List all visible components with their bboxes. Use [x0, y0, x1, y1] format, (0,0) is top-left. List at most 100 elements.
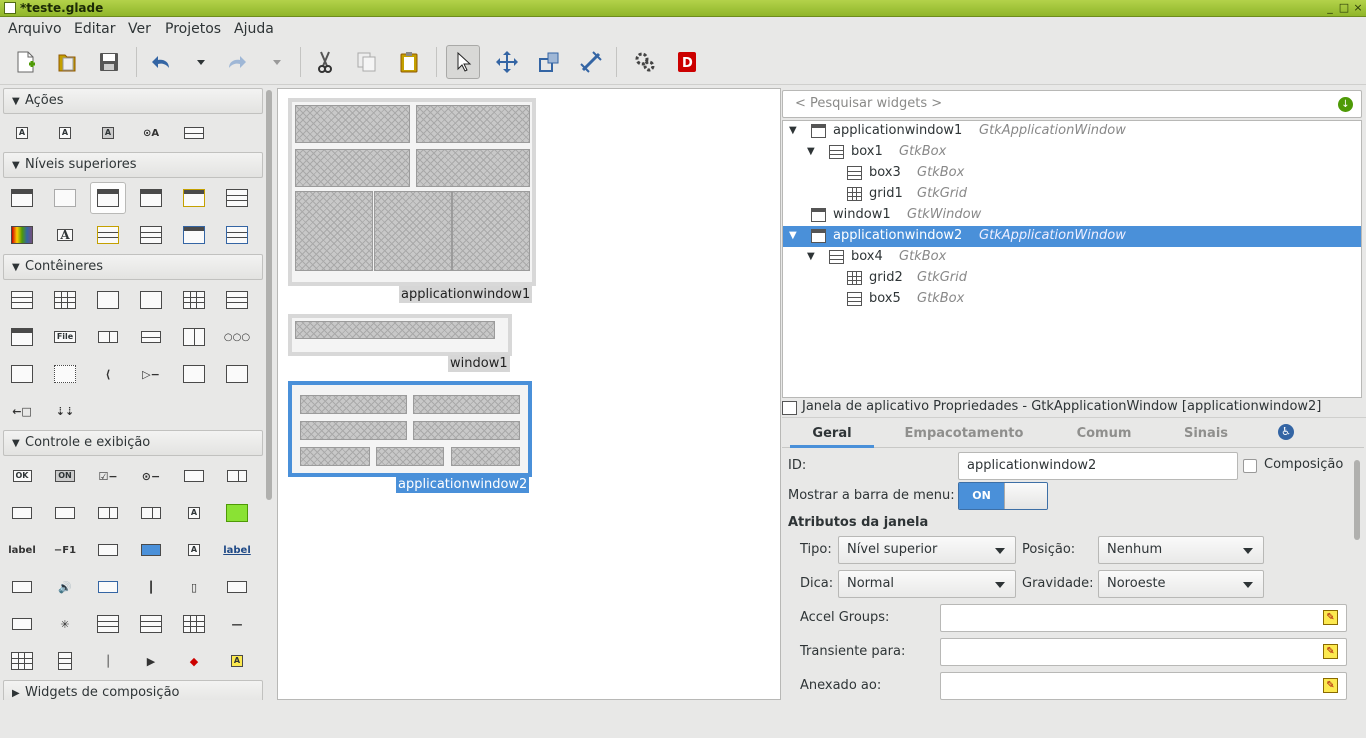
- position-combo[interactable]: Nenhum: [1098, 536, 1264, 564]
- cut-icon[interactable]: [308, 45, 342, 79]
- accel-groups-input[interactable]: ✎: [940, 604, 1347, 632]
- hint-combo[interactable]: Normal: [838, 570, 1016, 598]
- tab-comum[interactable]: Comum: [1064, 422, 1144, 448]
- open-file-icon[interactable]: [50, 45, 84, 79]
- palette-paned-icon[interactable]: [176, 321, 212, 353]
- undo-menu-icon[interactable]: [184, 45, 218, 79]
- palette-ruler-icon[interactable]: [47, 645, 83, 677]
- palette-entry-icon[interactable]: [4, 497, 40, 529]
- palette-dialog-icon[interactable]: [133, 182, 169, 214]
- palette-check-button-icon[interactable]: ☑−: [90, 460, 126, 492]
- edit-icon[interactable]: ✎: [1323, 644, 1338, 659]
- preferences-icon[interactable]: [628, 45, 662, 79]
- accessibility-icon[interactable]: ♿: [1278, 424, 1294, 440]
- expander-down-icon[interactable]: ▼: [789, 230, 797, 241]
- composite-checkbox[interactable]: [1243, 459, 1257, 473]
- category-conteineres[interactable]: ▼ Contêineres: [3, 254, 263, 280]
- palette-scale-button-icon[interactable]: [4, 571, 40, 603]
- menu-projetos[interactable]: Projetos: [165, 20, 221, 38]
- palette-message-dialog-icon[interactable]: [176, 182, 212, 214]
- palette-assistant-icon[interactable]: [219, 219, 255, 251]
- category-niveis-superiores[interactable]: ▼ Níveis superiores: [3, 152, 263, 178]
- palette-header-bar-icon[interactable]: [133, 321, 169, 353]
- palette-search-entry-icon[interactable]: [47, 497, 83, 529]
- palette-accel-label-icon[interactable]: −F1: [47, 534, 83, 566]
- palette-spinner-icon[interactable]: ✳: [47, 608, 83, 640]
- tree-row[interactable]: window1 GtkWindow: [783, 205, 1361, 226]
- palette-recent-chooser-icon[interactable]: [133, 219, 169, 251]
- pointer-icon[interactable]: [446, 45, 480, 79]
- palette-radio-action-icon[interactable]: A: [90, 117, 126, 149]
- palette-scrollbar[interactable]: [266, 90, 272, 500]
- palette-button-box-icon[interactable]: [90, 321, 126, 353]
- palette-volume-button-icon[interactable]: 🔊: [47, 571, 83, 603]
- palette-tree-view-icon[interactable]: [133, 608, 169, 640]
- palette-arrow-icon[interactable]: ▶: [133, 645, 169, 677]
- new-file-icon[interactable]: [8, 45, 42, 79]
- tab-geral[interactable]: Geral: [790, 422, 874, 448]
- close-icon[interactable]: ×: [1352, 2, 1364, 14]
- tree-row[interactable]: box3 GtkBox: [783, 163, 1361, 184]
- palette-switch-icon[interactable]: [219, 460, 255, 492]
- design-canvas[interactable]: applicationwindow1 window1 applicationwi…: [277, 88, 781, 700]
- drag-resize-icon[interactable]: [490, 45, 524, 79]
- palette-action-group-icon[interactable]: [176, 117, 212, 149]
- palette-toggle-action-icon[interactable]: A: [47, 117, 83, 149]
- palette-separator-icon[interactable]: —: [219, 608, 255, 640]
- palette-expander-icon[interactable]: ▷−: [133, 358, 169, 390]
- palette-radio-button-icon[interactable]: ⊙−: [133, 460, 169, 492]
- palette-toolbar-icon[interactable]: [4, 321, 40, 353]
- palette-link-label-icon[interactable]: label: [219, 534, 255, 566]
- palette-recent-action-icon[interactable]: ⊙A: [133, 117, 169, 149]
- palette-grid-icon[interactable]: [47, 284, 83, 316]
- copy-icon[interactable]: [350, 45, 384, 79]
- menu-editar[interactable]: Editar: [74, 20, 115, 38]
- menu-ajuda[interactable]: Ajuda: [234, 20, 274, 38]
- palette-combo-box-icon[interactable]: [133, 497, 169, 529]
- id-input[interactable]: applicationwindow2: [958, 452, 1238, 480]
- menu-arquivo[interactable]: Arquivo: [8, 20, 62, 38]
- palette-calendar-icon[interactable]: [4, 645, 40, 677]
- tree-row[interactable]: ▼ applicationwindow1 GtkApplicationWindo…: [783, 121, 1361, 142]
- devhelp-icon[interactable]: D: [670, 45, 704, 79]
- palette-list-box-icon[interactable]: [219, 284, 255, 316]
- palette-font-chooser-icon[interactable]: A: [47, 219, 83, 251]
- palette-application-window-icon[interactable]: [90, 182, 126, 214]
- category-acoes[interactable]: ▼ Ações: [3, 88, 263, 114]
- palette-notebook-icon[interactable]: [90, 284, 126, 316]
- palette-revealer-icon[interactable]: [219, 358, 255, 390]
- tab-empacotamento[interactable]: Empacotamento: [894, 422, 1034, 448]
- palette-alignment-icon[interactable]: [176, 358, 212, 390]
- palette-scrolled-window-icon[interactable]: [4, 358, 40, 390]
- palette-color-button-icon[interactable]: [133, 534, 169, 566]
- tree-row[interactable]: ▼ box4 GtkBox: [783, 247, 1361, 268]
- attached-input[interactable]: ✎: [940, 672, 1347, 700]
- save-icon[interactable]: [92, 45, 126, 79]
- widget-search-input[interactable]: < Pesquisar widgets > ↓: [782, 90, 1362, 118]
- palette-label-icon[interactable]: label: [4, 534, 40, 566]
- palette-level-bar-icon[interactable]: [219, 571, 255, 603]
- palette-scrollbar-icon[interactable]: ▯: [176, 571, 212, 603]
- palette-font-button-icon[interactable]: A: [176, 534, 212, 566]
- tree-row[interactable]: grid2 GtkGrid: [783, 268, 1361, 289]
- widget-tree[interactable]: ▼ applicationwindow1 GtkApplicationWindo…: [782, 120, 1362, 398]
- category-widgets-de-composicao[interactable]: ▶ Widgets de composição: [3, 680, 263, 700]
- edit-icon[interactable]: ✎: [1323, 678, 1338, 693]
- palette-info-bar-icon[interactable]: A: [219, 645, 255, 677]
- palette-icon-view-icon[interactable]: [176, 608, 212, 640]
- palette-overlay-icon[interactable]: ←□: [4, 395, 40, 427]
- transient-input[interactable]: ✎: [940, 638, 1347, 666]
- minimize-icon[interactable]: _: [1324, 2, 1336, 14]
- palette-frame-icon[interactable]: [133, 284, 169, 316]
- category-controle-e-exibicao[interactable]: ▼ Controle e exibição: [3, 430, 263, 456]
- palette-layout-icon[interactable]: ⇣⇣: [47, 395, 83, 427]
- menu-ver[interactable]: Ver: [128, 20, 151, 38]
- palette-fixed-icon[interactable]: [176, 284, 212, 316]
- palette-toggle-button-icon[interactable]: ON: [47, 460, 83, 492]
- palette-offscreen-window-icon[interactable]: [47, 182, 83, 214]
- tab-sinais[interactable]: Sinais: [1166, 422, 1246, 448]
- properties-scrollbar[interactable]: [1354, 460, 1360, 540]
- tree-row-selected[interactable]: ▼ applicationwindow2 GtkApplicationWindo…: [783, 226, 1361, 247]
- palette-progress-bar-icon[interactable]: [90, 571, 126, 603]
- palette-combo-box-text-icon[interactable]: A: [176, 497, 212, 529]
